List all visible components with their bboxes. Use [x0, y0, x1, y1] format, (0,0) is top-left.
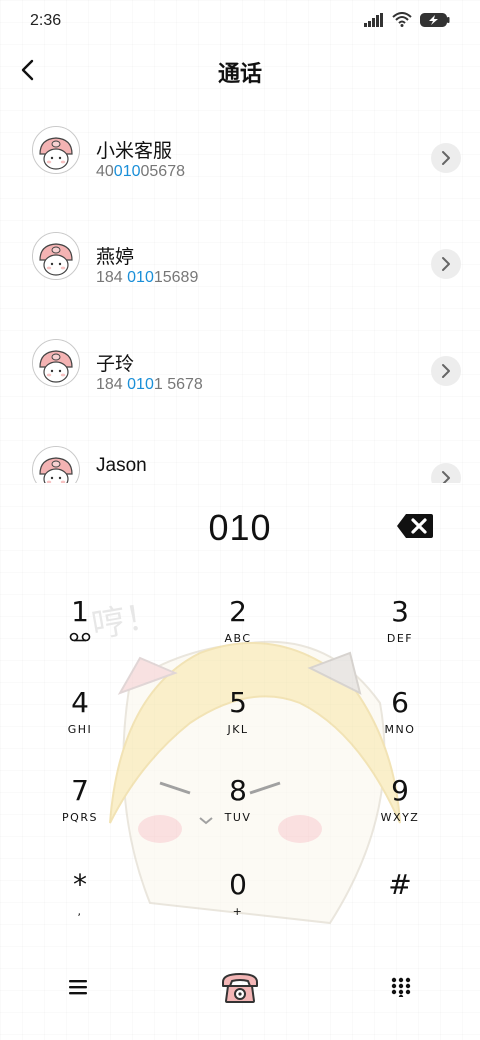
key-letters: +: [232, 905, 244, 918]
menu-icon: [69, 980, 87, 995]
key-digit: 6: [391, 686, 409, 719]
number-prefix: 184: [96, 376, 128, 393]
avatar: [32, 446, 80, 483]
key-5[interactable]: 5 JKL: [178, 686, 298, 756]
key-digit: *: [73, 868, 87, 901]
key-digit: 9: [391, 774, 409, 807]
header: 通话: [0, 46, 480, 94]
contact-detail-button[interactable]: [431, 249, 461, 279]
key-digit: 0: [229, 868, 247, 901]
key-digit: 4: [71, 686, 89, 719]
key-letters: ABC: [224, 632, 252, 645]
pig-avatar-icon: [33, 340, 79, 386]
number-suffix: 15689: [153, 269, 199, 286]
key-hash[interactable]: #: [340, 868, 460, 938]
chevron-right-icon: [442, 364, 450, 378]
bottom-bar: [0, 942, 480, 1040]
backspace-button[interactable]: [396, 513, 434, 539]
key-3[interactable]: 3 DEF: [340, 595, 460, 665]
signal-icon: [364, 12, 383, 27]
key-9[interactable]: 9 WXYZ: [340, 774, 460, 844]
key-8[interactable]: 8 TUV: [178, 774, 298, 844]
pig-avatar-icon: [33, 233, 79, 279]
key-star[interactable]: * ,: [20, 868, 140, 938]
pig-avatar-icon: [33, 447, 79, 483]
chevron-right-icon: [442, 257, 450, 271]
contact-item[interactable]: Jason: [0, 420, 480, 483]
key-0[interactable]: 0 +: [178, 868, 298, 938]
avatar: [32, 232, 80, 280]
key-letters: WXYZ: [380, 811, 420, 824]
key-digit: 1: [71, 595, 89, 628]
number-suffix: 1 5678: [153, 376, 203, 393]
key-digit: 8: [229, 774, 247, 807]
pig-avatar-icon: [33, 127, 79, 173]
contact-name: 燕婷: [96, 246, 135, 268]
key-letters: MNO: [384, 723, 416, 736]
key-digit: #: [388, 868, 412, 901]
contact-number: 184 01015689: [96, 269, 198, 287]
contact-number: 184 0101 5678: [96, 376, 203, 394]
number-match: 010: [127, 376, 154, 393]
wifi-icon: [392, 12, 412, 27]
contact-detail-button[interactable]: [431, 356, 461, 386]
contact-item[interactable]: 子玲 184 0101 5678: [0, 313, 480, 419]
number-match: 010: [127, 269, 154, 286]
key-digit: 5: [229, 686, 247, 719]
menu-button[interactable]: [53, 962, 103, 1012]
key-letters: TUV: [224, 811, 252, 824]
key-letters: GHI: [67, 723, 93, 736]
avatar: [32, 339, 80, 387]
contact-name: 小米客服: [96, 140, 173, 162]
number-match: 010: [113, 163, 141, 180]
key-digit: 2: [229, 595, 247, 628]
contact-name: Jason: [96, 455, 147, 476]
number-prefix: 40: [96, 163, 114, 180]
key-2[interactable]: 2 ABC: [178, 595, 298, 665]
key-4[interactable]: 4 GHI: [20, 686, 140, 756]
key-letters: DEF: [386, 632, 414, 645]
key-1[interactable]: 1: [20, 595, 140, 665]
number-prefix: 184: [96, 269, 128, 286]
page-title: 通话: [217, 62, 262, 87]
key-letters: JKL: [227, 723, 249, 736]
contact-list: 小米客服 4001005678 燕婷 184 01015689 子玲 184 0…: [0, 100, 480, 483]
avatar: [32, 126, 80, 174]
call-button[interactable]: [215, 962, 265, 1012]
key-6[interactable]: 6 MNO: [340, 686, 460, 756]
contact-item[interactable]: 燕婷 184 01015689: [0, 206, 480, 312]
contact-name: 子玲: [96, 353, 135, 375]
status-bar: 2:36: [0, 0, 480, 40]
status-time: 2:36: [30, 12, 62, 29]
contact-detail-button[interactable]: [431, 463, 461, 483]
chevron-right-icon: [442, 471, 450, 483]
dialpad-toggle-button[interactable]: [376, 962, 426, 1012]
number-suffix: 05678: [140, 163, 186, 180]
key-7[interactable]: 7 PQRS: [20, 774, 140, 844]
battery-charging-icon: [420, 12, 450, 27]
dialpad-icon: [391, 977, 411, 997]
chevron-right-icon: [442, 151, 450, 165]
backspace-icon: [397, 514, 433, 538]
key-digit: 3: [391, 595, 409, 628]
voicemail-icon: [20, 632, 140, 645]
key-letters: ,: [77, 905, 83, 918]
telephone-icon: [222, 973, 258, 1003]
status-icons: [364, 12, 450, 27]
contact-number: 4001005678: [96, 163, 185, 181]
contact-detail-button[interactable]: [431, 143, 461, 173]
contact-item[interactable]: 小米客服 4001005678: [0, 100, 480, 206]
key-letters: PQRS: [62, 811, 98, 824]
key-digit: 7: [71, 774, 89, 807]
